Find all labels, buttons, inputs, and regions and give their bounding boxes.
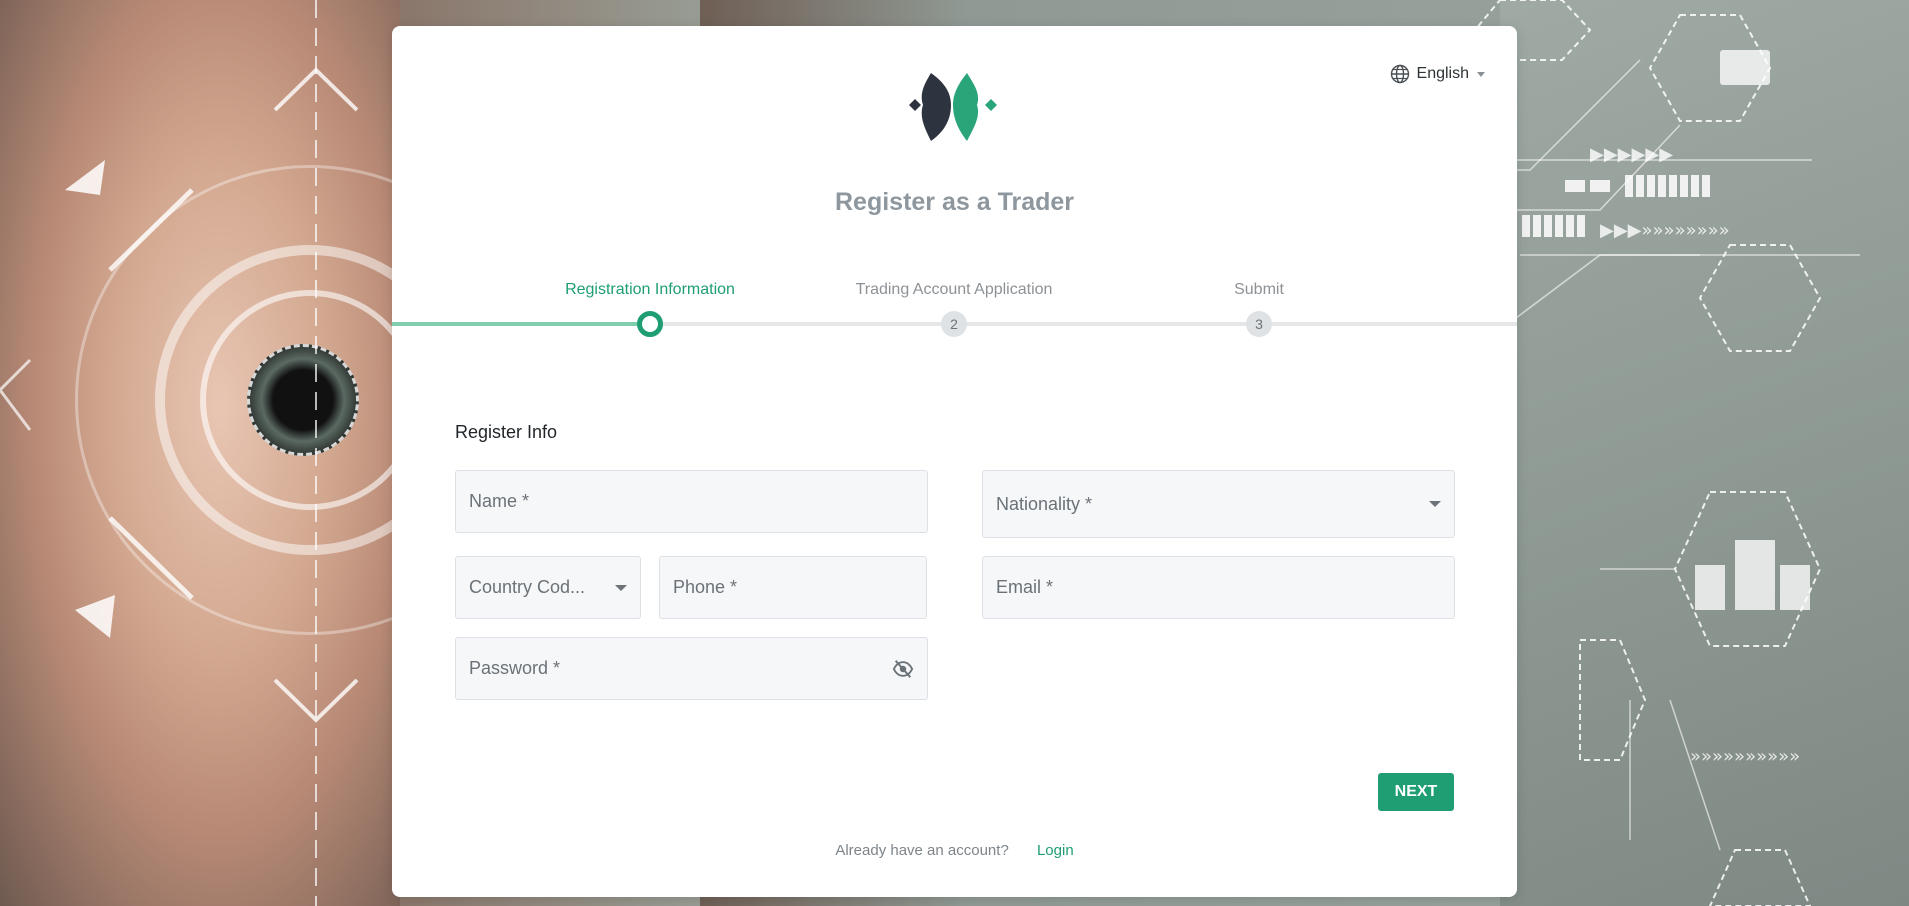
dropdown-arrow-icon [615,584,627,591]
phone-placeholder: Phone * [673,577,738,597]
language-selector[interactable]: English [1390,64,1485,84]
step-dot-1 [637,311,663,337]
step-label-registration-information: Registration Information [565,281,735,298]
chevron-down-icon [1477,71,1485,77]
eye-off-icon[interactable] [892,658,914,680]
step-label-trading-account-application: Trading Account Application [855,281,1053,298]
password-field[interactable]: Password * [455,637,928,700]
password-placeholder: Password * [469,658,561,678]
name-field[interactable]: Name * [455,470,928,533]
login-prompt-text: Already have an account? [835,842,1009,859]
hud-lines-icon [0,0,359,906]
email-field[interactable]: Email * [982,556,1455,619]
country-code-placeholder: Country Cod... [469,577,586,597]
login-prompt: Already have an account? Login [392,842,1517,859]
section-title: Register Info [455,422,558,442]
step-dot-3: 3 [1246,311,1272,337]
phone-field[interactable]: Phone * [659,556,927,619]
dropdown-arrow-icon [1429,501,1441,507]
page-title: Register as a Trader [834,188,1074,216]
svg-text:▶▶▶»»»»»»»»: ▶▶▶»»»»»»»» [1600,220,1730,241]
registration-card: English Register as a Trader Registratio… [392,26,1517,897]
svg-text:»»»»»»»»»»: »»»»»»»»»» [1690,746,1800,767]
login-link[interactable]: Login [1037,842,1074,859]
name-placeholder: Name * [469,491,530,511]
nationality-placeholder: Nationality * [996,493,1093,514]
email-placeholder: Email * [996,577,1054,597]
country-code-select[interactable]: Country Cod... [455,556,641,619]
next-button[interactable]: NEXT [1378,773,1454,811]
step-label-submit: Submit [1234,281,1284,298]
company-logo-icon [909,73,997,141]
step-dot-2: 2 [941,311,967,337]
nationality-select[interactable]: Nationality * [982,470,1455,538]
globe-icon [1390,64,1409,84]
stepper-progress [392,322,650,326]
svg-text:▶▶▶▶▶▶: ▶▶▶▶▶▶ [1590,144,1673,165]
language-label: English [1416,65,1469,82]
